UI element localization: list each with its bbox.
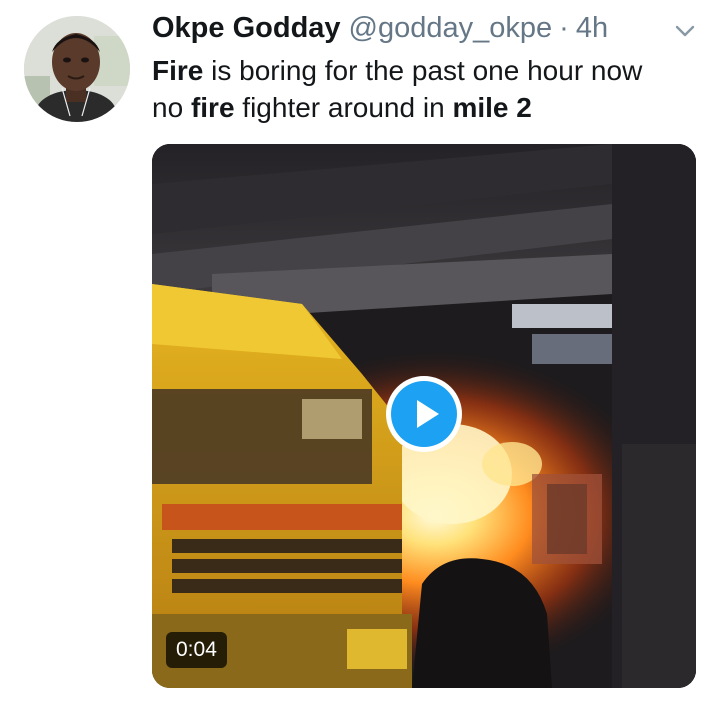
video-player[interactable]: 0:04: [152, 144, 696, 688]
text-segment: no: [152, 92, 191, 123]
timestamp[interactable]: 4h: [576, 10, 608, 46]
avatar[interactable]: [24, 16, 130, 122]
text-segment-location: mile 2: [452, 92, 532, 123]
chevron-down-icon[interactable]: [672, 20, 698, 42]
play-button-circle: [391, 381, 457, 447]
text-segment: is boring for the past one hour now: [203, 55, 643, 86]
video-duration-badge: 0:04: [166, 632, 227, 668]
separator-dot: ·: [559, 12, 569, 44]
tweet: Okpe Godday @godday_okpe · 4h Fire is bo…: [0, 0, 720, 706]
tweet-header: Okpe Godday @godday_okpe · 4h: [152, 10, 608, 46]
avatar-photo: [24, 16, 130, 122]
author-handle[interactable]: @godday_okpe: [349, 10, 553, 46]
play-button[interactable]: [386, 376, 462, 452]
text-segment: fighter around in: [234, 92, 453, 123]
text-segment-fire: Fire: [152, 55, 204, 86]
text-segment-fire-2: fire: [190, 92, 235, 123]
author-name[interactable]: Okpe Godday: [152, 10, 341, 46]
play-icon: [417, 400, 439, 428]
tweet-text: Fire is boring for the past one hour now…: [152, 52, 704, 126]
